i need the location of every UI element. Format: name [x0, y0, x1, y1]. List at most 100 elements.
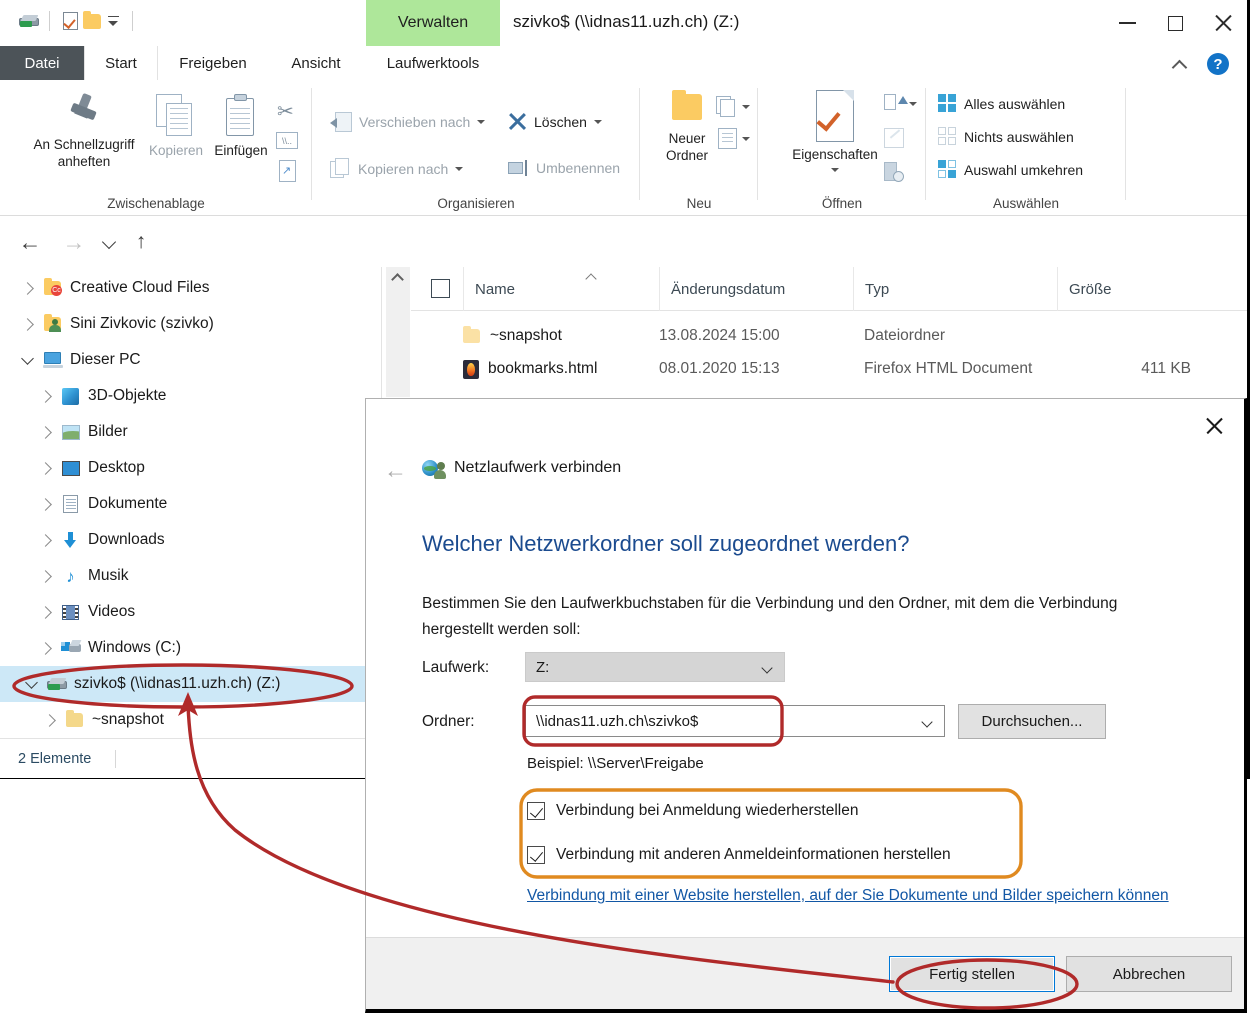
chevron-up-icon[interactable] — [391, 273, 404, 286]
history-button[interactable] — [884, 162, 904, 182]
chevron-down-icon[interactable] — [14, 358, 40, 363]
ribbon-group-label: Zwischenablage — [0, 196, 312, 211]
chevron-right-icon[interactable] — [14, 320, 40, 329]
tab-datei[interactable]: Datei — [0, 46, 84, 80]
tree-item-snapshot[interactable]: ~snapshot — [0, 702, 382, 738]
select-none-button[interactable]: Nichts auswählen — [938, 127, 1074, 146]
column-header-size[interactable]: Größe — [1057, 267, 1207, 311]
column-header-date[interactable]: Änderungsdatum — [659, 267, 853, 311]
tab-start[interactable]: Start — [84, 46, 158, 80]
properties-icon[interactable] — [59, 10, 81, 32]
chevron-right-icon[interactable] — [32, 392, 58, 401]
navigation-pane-scrollbar[interactable] — [386, 267, 410, 397]
chevron-down-icon[interactable] — [18, 682, 44, 687]
chevron-down-icon[interactable] — [455, 167, 463, 171]
select-all-button[interactable]: Alles auswählen — [938, 94, 1065, 113]
contextual-tab-verwalten[interactable]: Verwalten — [366, 0, 500, 46]
tree-item-videos[interactable]: Videos — [0, 594, 382, 630]
chevron-down-icon[interactable] — [831, 168, 839, 172]
open-button[interactable] — [884, 94, 917, 114]
tree-item-downloads[interactable]: Downloads — [0, 522, 382, 558]
minimize-button[interactable] — [1103, 0, 1151, 46]
new-folder-button[interactable]: Neuer Ordner — [656, 94, 718, 164]
column-header-name[interactable]: Name — [463, 267, 659, 311]
folder-input[interactable]: \\idnas11.uzh.ch\szivko$ — [525, 705, 945, 737]
chevron-down-icon[interactable] — [909, 102, 917, 106]
paste-button[interactable]: Einfügen — [206, 94, 276, 159]
easy-access-button[interactable] — [718, 128, 750, 149]
new-folder-icon[interactable] — [81, 10, 103, 32]
back-button[interactable]: ← — [18, 231, 42, 253]
paste-shortcut-button[interactable] — [279, 160, 296, 182]
table-row[interactable]: bookmarks.html 08.01.2020 15:13 Firefox … — [411, 352, 1247, 386]
chevron-up-icon[interactable] — [1171, 56, 1191, 70]
new-item-button[interactable] — [716, 96, 750, 118]
checkbox-icon[interactable] — [527, 802, 545, 820]
browse-button[interactable]: Durchsuchen... — [958, 704, 1106, 739]
tree-item-dieser-pc[interactable]: Dieser PC — [0, 342, 382, 378]
edit-button[interactable] — [884, 128, 904, 148]
close-icon[interactable] — [1194, 409, 1234, 443]
table-row[interactable]: ~snapshot 13.08.2024 15:00 Dateiordner — [411, 319, 1247, 353]
tree-item-bilder[interactable]: Bilder — [0, 414, 382, 450]
copy-to-button[interactable]: Kopieren nach — [330, 158, 463, 179]
properties-button[interactable]: Eigenschaften — [780, 90, 890, 172]
tree-item-dokumente[interactable]: Dokumente — [0, 486, 382, 522]
tree-item-windows-c[interactable]: Windows (C:) — [0, 630, 382, 666]
tab-ansicht[interactable]: Ansicht — [268, 46, 364, 80]
chevron-right-icon[interactable] — [32, 428, 58, 437]
chevron-down-icon[interactable] — [594, 120, 602, 124]
quick-access-toolbar[interactable] — [18, 10, 142, 32]
chevron-right-icon[interactable] — [32, 536, 58, 545]
chevron-right-icon[interactable] — [32, 572, 58, 581]
pin-to-quick-access-button[interactable]: An Schnellzugriff anheften — [20, 94, 148, 170]
close-button[interactable] — [1199, 0, 1247, 46]
copy-button[interactable]: Kopieren — [140, 94, 212, 159]
move-to-button[interactable]: Verschieben nach — [330, 112, 485, 132]
chevron-down-icon[interactable] — [742, 137, 750, 141]
chevron-down-icon[interactable] — [477, 120, 485, 124]
chevron-down-icon[interactable] — [103, 16, 123, 27]
window-controls[interactable] — [1103, 0, 1247, 46]
tree-item-desktop[interactable]: Desktop — [0, 450, 382, 486]
tree-item-3d-objekte[interactable]: 3D-Objekte — [0, 378, 382, 414]
copy-path-button[interactable]: \\.. — [276, 132, 298, 149]
recent-locations-icon[interactable] — [100, 231, 120, 253]
reconnect-at-signin-checkbox[interactable]: Verbindung bei Anmeldung wiederherstelle… — [527, 802, 858, 820]
column-header-type[interactable]: Typ — [853, 267, 1057, 311]
maximize-button[interactable] — [1151, 0, 1199, 46]
cancel-button[interactable]: Abbrechen — [1066, 956, 1232, 992]
tree-item-creative-cloud[interactable]: Cc Creative Cloud Files — [0, 270, 382, 306]
tab-freigeben[interactable]: Freigeben — [158, 46, 268, 80]
tree-item-musik[interactable]: ♪ Musik — [0, 558, 382, 594]
pictures-icon — [58, 425, 83, 440]
select-all-checkbox[interactable] — [431, 279, 450, 298]
chevron-right-icon[interactable] — [36, 716, 62, 725]
chevron-right-icon[interactable] — [32, 644, 58, 653]
chevron-right-icon[interactable] — [14, 284, 40, 293]
navigation-pane[interactable]: Cc Creative Cloud Files Sini Zivkovic (s… — [0, 267, 382, 738]
different-credentials-checkbox[interactable]: Verbindung mit anderen Anmeldeinformatio… — [527, 846, 951, 864]
file-list[interactable]: Name Änderungsdatum Typ Größe ~snapshot … — [411, 267, 1247, 397]
chevron-right-icon[interactable] — [32, 608, 58, 617]
back-button[interactable]: ← — [384, 457, 414, 485]
delete-button[interactable]: Löschen — [508, 112, 602, 131]
forward-button[interactable]: → — [62, 231, 86, 253]
drive-select[interactable]: Z: — [525, 652, 785, 682]
chevron-down-icon[interactable] — [921, 716, 932, 727]
chevron-down-icon[interactable] — [742, 105, 750, 109]
finish-button[interactable]: Fertig stellen — [889, 956, 1055, 992]
tab-laufwerktools[interactable]: Laufwerktools — [366, 46, 500, 80]
chevron-down-icon[interactable] — [761, 662, 772, 673]
connect-to-website-link[interactable]: Verbindung mit einer Website herstellen,… — [527, 883, 1203, 909]
help-icon[interactable]: ? — [1207, 53, 1229, 75]
checkbox-icon[interactable] — [527, 846, 545, 864]
invert-selection-button[interactable]: Auswahl umkehren — [938, 160, 1083, 179]
chevron-right-icon[interactable] — [32, 500, 58, 509]
rename-button[interactable]: Umbenennen — [508, 160, 620, 176]
tree-item-user-folder[interactable]: Sini Zivkovic (szivko) — [0, 306, 382, 342]
up-button[interactable]: ↑ — [130, 231, 152, 253]
cut-button[interactable]: ✂ — [277, 102, 297, 122]
chevron-right-icon[interactable] — [32, 464, 58, 473]
tree-item-network-drive-z[interactable]: szivko$ (\\idnas11.uzh.ch) (Z:) — [0, 666, 382, 702]
